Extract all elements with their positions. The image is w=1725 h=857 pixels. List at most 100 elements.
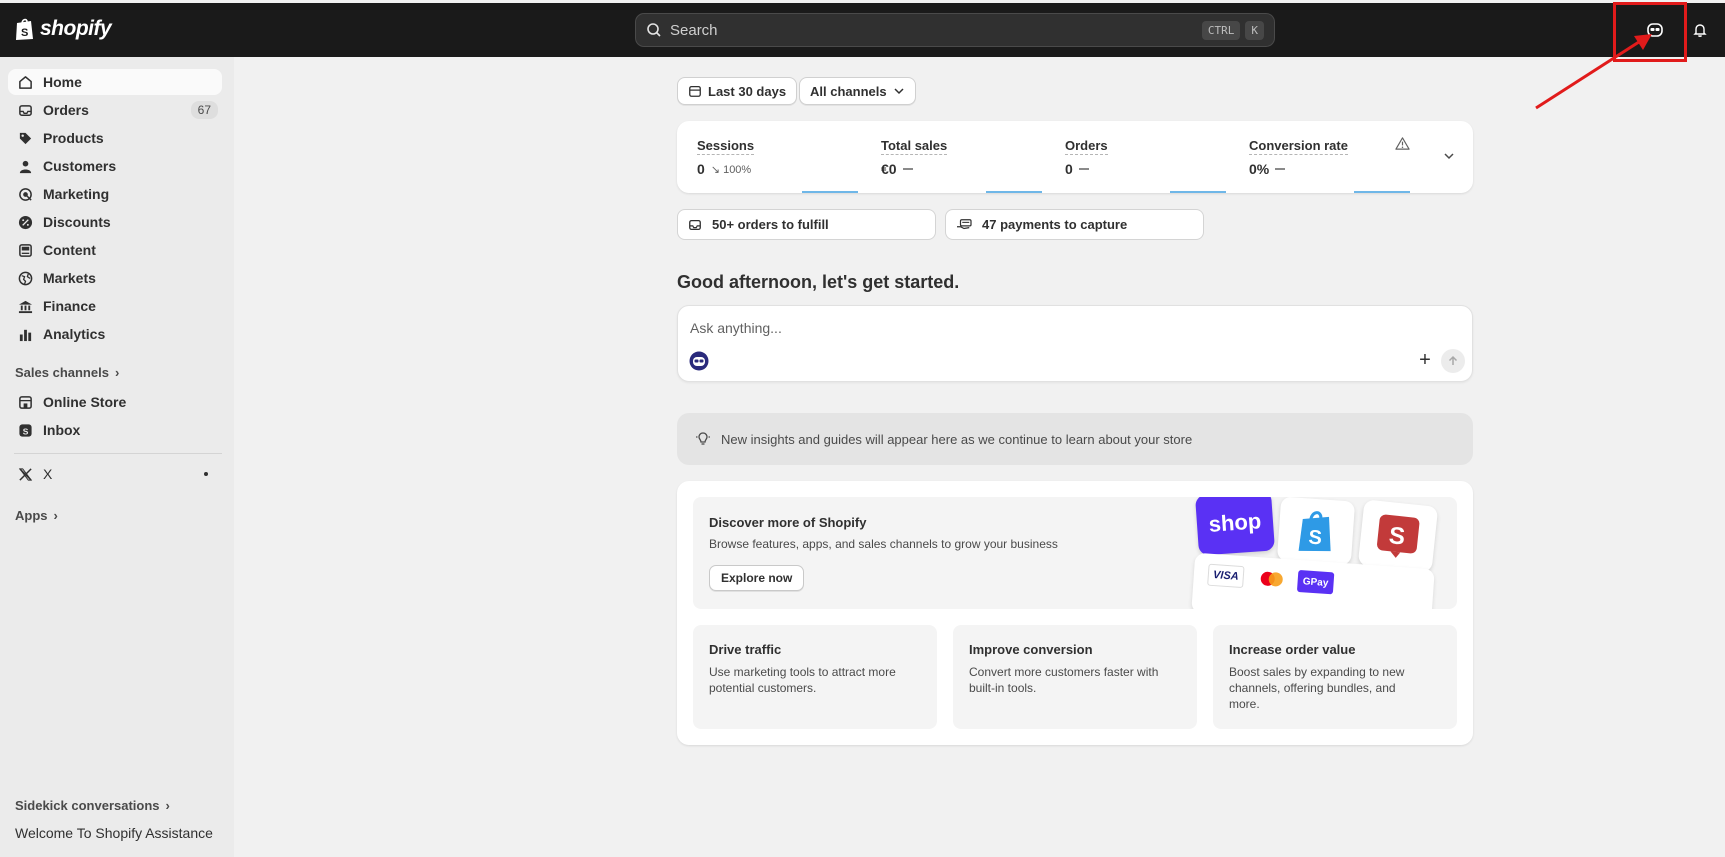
- shopify-app-icon: S: [1377, 514, 1420, 558]
- content-icon: [17, 242, 33, 258]
- sidebar-item-label: Finance: [43, 298, 96, 314]
- lightbulb-icon: [696, 432, 710, 445]
- sidebar-item-online-store[interactable]: Online Store: [8, 389, 222, 415]
- increase-order-value-card[interactable]: Increase order value Boost sales by expa…: [1213, 625, 1457, 729]
- logo-wordmark: shopify: [40, 17, 112, 40]
- no-change-dash: [902, 168, 913, 170]
- chevron-right-icon: ›: [165, 798, 170, 813]
- svg-text:S: S: [22, 426, 28, 436]
- sidebar-item-label: Markets: [43, 270, 96, 286]
- metric-conversion-rate[interactable]: Conversion rate 0%: [1249, 137, 1419, 193]
- tag-icon: [17, 130, 33, 146]
- orders-to-fulfill-label: 50+ orders to fulfill: [712, 217, 829, 232]
- sidebar-item-x[interactable]: X: [8, 461, 222, 487]
- greeting-heading: Good afternoon, let's get started.: [677, 272, 960, 292]
- sidebar-item-products[interactable]: Products: [8, 125, 222, 151]
- drive-traffic-card[interactable]: Drive traffic Use marketing tools to att…: [693, 625, 937, 729]
- notifications-button[interactable]: [1688, 18, 1712, 42]
- conversation-item[interactable]: Welcome To Shopify Assistance: [15, 825, 213, 841]
- sidebar-item-label: Inbox: [43, 422, 81, 438]
- metric-sessions[interactable]: Sessions 0 ↘ 100%: [697, 137, 867, 193]
- bank-icon: [17, 298, 33, 314]
- apps-heading[interactable]: Apps ›: [15, 508, 58, 523]
- sparkline: [1354, 191, 1410, 193]
- date-range-button[interactable]: Last 30 days: [677, 77, 798, 105]
- sidebar-item-label: Home: [43, 74, 82, 90]
- sidebar-item-marketing[interactable]: Marketing: [8, 181, 222, 207]
- ask-sidekick-box[interactable]: Ask anything... +: [677, 305, 1473, 382]
- sales-channels-heading[interactable]: Sales channels ›: [15, 365, 119, 380]
- chevron-down-icon[interactable]: [1441, 148, 1457, 164]
- no-change-dash: [1078, 168, 1089, 170]
- shopify-inbox-icon: S: [17, 422, 33, 438]
- sidebar-item-discounts[interactable]: Discounts: [8, 209, 222, 235]
- sidebar-item-home[interactable]: Home: [8, 69, 222, 95]
- calendar-icon: [689, 85, 701, 97]
- discount-icon: [17, 214, 33, 230]
- metric-orders[interactable]: Orders 0: [1065, 137, 1235, 193]
- globe-icon: [17, 270, 33, 286]
- x-logo-icon: [17, 466, 33, 482]
- metric-value: €0: [881, 161, 897, 177]
- sidebar-item-label: Customers: [43, 158, 117, 174]
- sidebar: Home Orders 67 Products Customers Market…: [0, 57, 234, 857]
- gpay-icon: GPay: [1296, 569, 1335, 595]
- channel-filter-button[interactable]: All channels: [799, 77, 916, 105]
- plus-icon: +: [1419, 348, 1431, 371]
- home-icon: [17, 74, 33, 90]
- sidebar-item-label: Analytics: [43, 326, 106, 342]
- svg-text:S: S: [1388, 522, 1407, 551]
- sidebar-item-customers[interactable]: Customers: [8, 153, 222, 179]
- discover-title: Discover more of Shopify: [709, 515, 867, 530]
- shopify-bag-tile: S: [1276, 497, 1356, 566]
- sidebar-item-markets[interactable]: Markets: [8, 265, 222, 291]
- bar-chart-icon: [17, 326, 33, 342]
- card-description: Boost sales by expanding to new channels…: [1229, 665, 1405, 711]
- svg-text:S: S: [21, 27, 28, 39]
- shortcut-key-k: K: [1245, 20, 1264, 40]
- search-icon: [647, 23, 661, 37]
- add-attachment-button[interactable]: +: [1414, 349, 1436, 371]
- bell-icon: [1693, 24, 1707, 37]
- sparkline: [1170, 191, 1226, 193]
- inbox-icon: [17, 102, 33, 118]
- sidebar-item-analytics[interactable]: Analytics: [8, 321, 222, 347]
- explore-now-button[interactable]: Explore now: [709, 565, 805, 591]
- apps-label: Apps: [15, 508, 48, 523]
- metric-title: Total sales: [881, 138, 948, 155]
- metrics-card[interactable]: Sessions 0 ↘ 100% Total sales €0 Orders 0…: [677, 121, 1473, 193]
- top-bar: S shopify Search CTRL K: [0, 3, 1725, 57]
- warning-icon[interactable]: [1395, 136, 1410, 151]
- metric-value: 0: [697, 161, 705, 177]
- metric-title: Sessions: [697, 138, 755, 155]
- orders-to-fulfill-button[interactable]: 50+ orders to fulfill: [677, 209, 936, 240]
- sidebar-item-finance[interactable]: Finance: [8, 293, 222, 319]
- metric-title: Orders: [1065, 138, 1108, 155]
- shopify-app-tile: S: [1357, 499, 1439, 573]
- card-title: Increase order value: [1229, 642, 1356, 657]
- shopify-logo[interactable]: S shopify: [14, 17, 112, 41]
- payments-to-capture-button[interactable]: 47 payments to capture: [945, 209, 1204, 240]
- card-title: Improve conversion: [969, 642, 1093, 657]
- orders-count-badge: 67: [190, 101, 218, 119]
- sidebar-item-content[interactable]: Content: [8, 237, 222, 263]
- annotation-arrow-icon: [1535, 34, 1652, 110]
- svg-text:S: S: [1308, 527, 1323, 550]
- shop-app-tile: shop: [1194, 497, 1276, 556]
- inbox-icon: [689, 219, 701, 230]
- search-bar[interactable]: Search CTRL K: [635, 13, 1275, 47]
- send-button[interactable]: [1441, 349, 1465, 373]
- metric-total-sales[interactable]: Total sales €0: [881, 137, 1051, 193]
- sidebar-item-inbox[interactable]: S Inbox: [8, 417, 222, 443]
- discover-hero: Discover more of Shopify Browse features…: [693, 497, 1457, 609]
- discover-card: Discover more of Shopify Browse features…: [677, 481, 1473, 745]
- sidekick-conversations-heading[interactable]: Sidekick conversations ›: [15, 798, 170, 813]
- shortcut-key-ctrl: CTRL: [1201, 20, 1241, 40]
- sidebar-item-label: Online Store: [43, 394, 127, 410]
- shopify-bag-icon: S: [1298, 511, 1331, 552]
- ask-input-placeholder: Ask anything...: [690, 320, 782, 336]
- sidebar-item-orders[interactable]: Orders 67: [8, 97, 222, 123]
- improve-conversion-card[interactable]: Improve conversion Convert more customer…: [953, 625, 1197, 729]
- sidebar-item-label: Discounts: [43, 214, 111, 230]
- sidebar-item-label: Content: [43, 242, 96, 258]
